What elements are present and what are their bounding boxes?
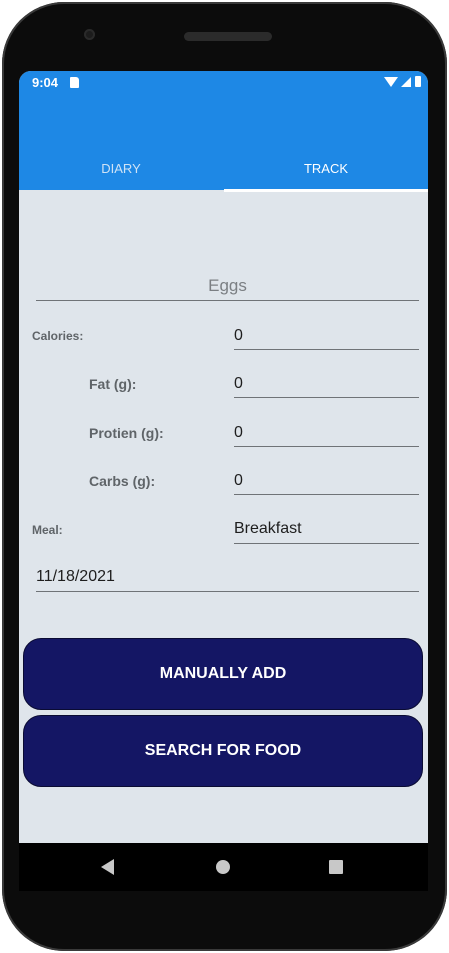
sd-card-icon: [70, 77, 79, 88]
calories-input[interactable]: 0: [234, 327, 243, 345]
meal-underline: [234, 543, 419, 544]
protein-underline: [234, 446, 419, 447]
tab-diary[interactable]: DIARY: [19, 161, 223, 176]
meal-select[interactable]: Breakfast: [234, 520, 302, 538]
carbs-label: Carbs (g):: [89, 473, 156, 489]
date-underline: [36, 591, 419, 592]
app-screen: 9:04 DIARY TRACK Eggs Calories: 0 Fat (g…: [19, 71, 428, 843]
recents-icon[interactable]: [329, 860, 343, 874]
fat-label: Fat (g):: [89, 376, 137, 392]
protein-label: Protien (g):: [89, 425, 164, 441]
meal-label: Meal:: [32, 523, 63, 537]
signal-icon: [401, 77, 411, 87]
status-time: 9:04: [32, 75, 59, 90]
home-icon[interactable]: [216, 860, 230, 874]
system-nav-bar: [19, 843, 428, 891]
carbs-input[interactable]: 0: [234, 472, 243, 490]
back-icon[interactable]: [101, 859, 114, 875]
fat-underline: [234, 397, 419, 398]
search-food-button[interactable]: SEARCH FOR FOOD: [23, 715, 423, 787]
tab-indicator: [224, 189, 428, 192]
carbs-underline: [234, 494, 419, 495]
calories-underline: [234, 349, 419, 350]
battery-icon: [415, 76, 421, 87]
food-name-underline: [36, 300, 419, 301]
date-input[interactable]: 11/18/2021: [36, 568, 115, 586]
tab-track[interactable]: TRACK: [224, 161, 428, 176]
earpiece-speaker: [184, 32, 272, 41]
fat-input[interactable]: 0: [234, 375, 243, 393]
manually-add-button[interactable]: MANUALLY ADD: [23, 638, 423, 710]
protein-input[interactable]: 0: [234, 424, 243, 442]
status-bar: 9:04: [19, 71, 428, 95]
food-name-input[interactable]: Eggs: [36, 276, 419, 296]
front-camera: [84, 29, 95, 40]
wifi-icon: [384, 77, 398, 87]
app-bar: DIARY TRACK: [19, 95, 428, 190]
calories-label: Calories:: [32, 329, 84, 343]
